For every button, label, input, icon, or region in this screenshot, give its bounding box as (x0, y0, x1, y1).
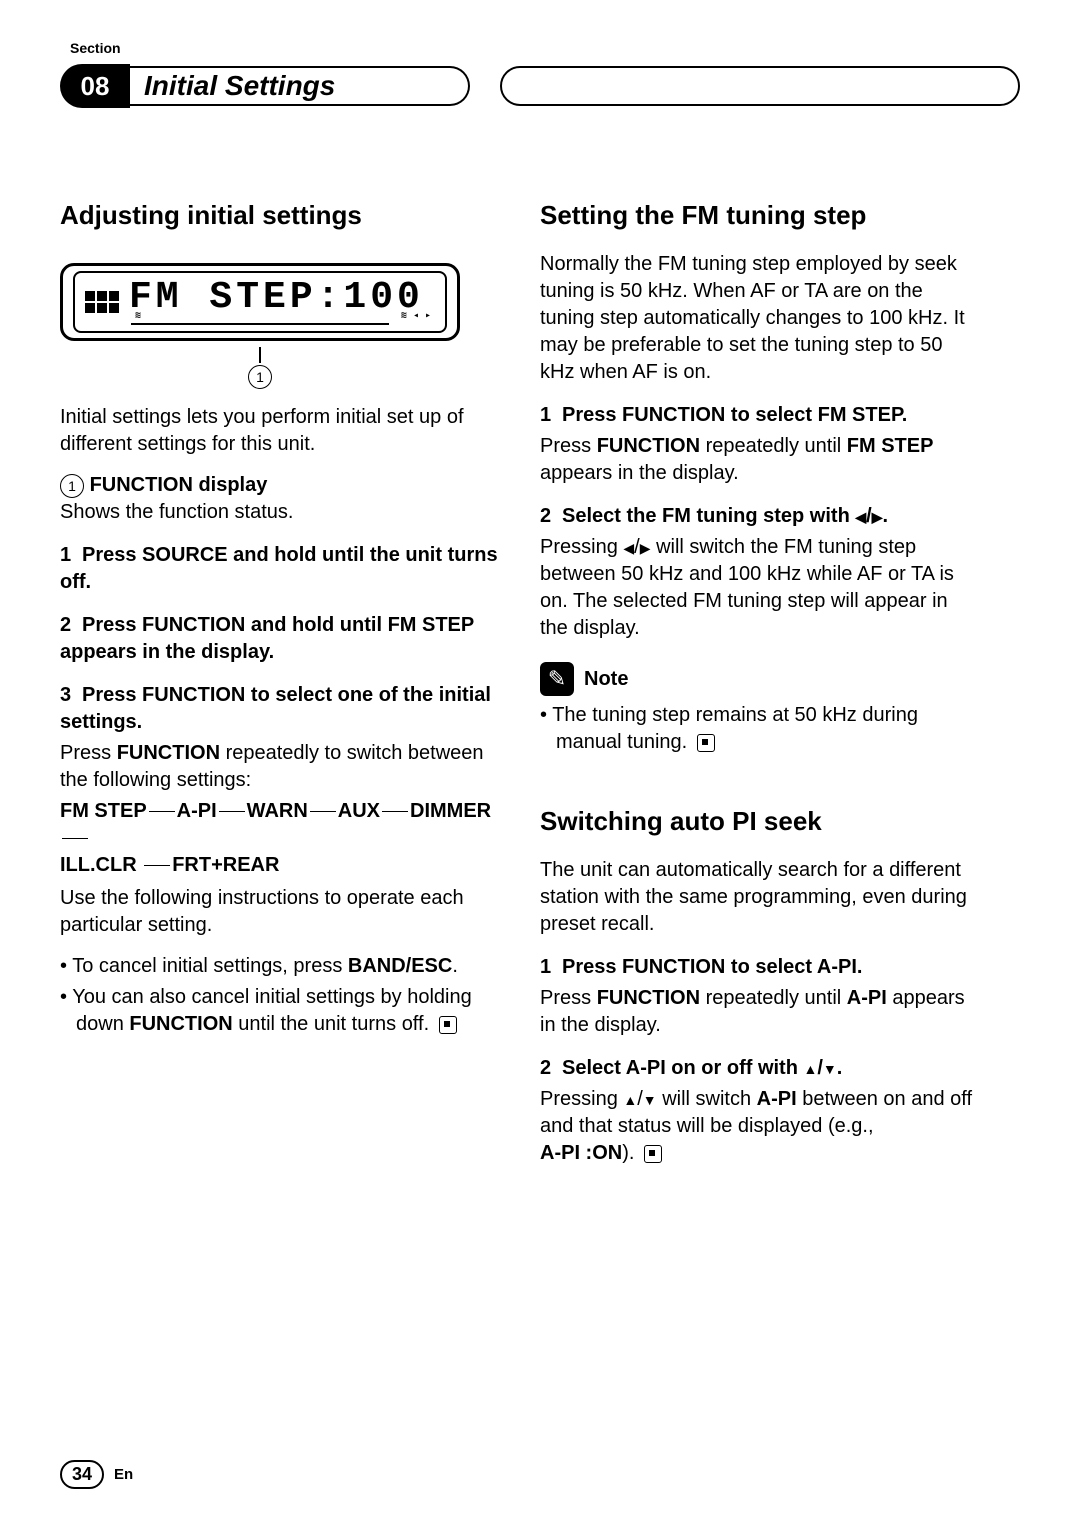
left-column: Adjusting initial settings FM STEP:100 ≋… (60, 198, 500, 1167)
note-label: Note (584, 666, 628, 693)
end-mark-icon (697, 734, 715, 752)
note-bullet: The tuning step remains at 50 kHz during… (540, 702, 980, 756)
bullet-cancel-bandesc: To cancel initial settings, press BAND/E… (60, 953, 500, 980)
fm-step-1-desc: Press FUNCTION repeatedly until FM STEP … (540, 433, 980, 487)
heading-auto-pi: Switching auto PI seek (540, 804, 980, 839)
callout-number: 1 (248, 365, 272, 389)
lcd-text: FM STEP:100 (129, 272, 424, 323)
lcd-outer: FM STEP:100 ≋ ≋◂▸ (60, 263, 460, 341)
right-arrow-icon (640, 536, 651, 558)
lcd-figure: FM STEP:100 ≋ ≋◂▸ 1 (60, 263, 500, 390)
up-arrow-icon (804, 1057, 818, 1079)
lcd-left-icons (85, 291, 119, 313)
language-label: En (114, 1466, 133, 1483)
pencil-icon: ✎ (540, 662, 574, 696)
heading-fm-step: Setting the FM tuning step (540, 198, 980, 233)
left-arrow-icon (623, 536, 634, 558)
settings-sequence: FM STEPA-PIWARNAUXDIMMER ILL.CLR FRT+REA… (60, 798, 500, 879)
lcd-inner: FM STEP:100 ≋ ≋◂▸ (73, 271, 447, 333)
chapter-header-spacer (500, 66, 1020, 106)
end-mark-icon (439, 1016, 457, 1034)
auto-pi-intro: The unit can automatically search for a … (540, 857, 980, 938)
down-arrow-icon (643, 1088, 657, 1110)
fm-intro: Normally the FM tuning step employed by … (540, 251, 980, 386)
chapter-number-badge: 08 (60, 64, 130, 108)
step-2: 2Press FUNCTION and hold until FM STEP a… (60, 612, 500, 666)
note-row: ✎ Note (540, 662, 980, 696)
step-3: 3Press FUNCTION to select one of the ini… (60, 682, 500, 736)
left-arrow-icon (855, 505, 866, 527)
step-3-desc: Press FUNCTION repeatedly to switch betw… (60, 740, 500, 794)
chapter-header: 08 Initial Settings (60, 64, 1020, 108)
manual-page: Section 08 Initial Settings Adjusting in… (0, 0, 1080, 1533)
callout-1: 1 (60, 347, 460, 390)
pi-step-1: 1Press FUNCTION to select A-PI. (540, 954, 980, 981)
page-footer: 34 En (60, 1460, 133, 1489)
pi-step-1-desc: Press FUNCTION repeatedly until A-PI app… (540, 985, 980, 1039)
lcd-small-icon-left: ≋ (135, 310, 141, 324)
up-arrow-icon (623, 1088, 637, 1110)
function-display-block: 1 FUNCTION display Shows the function st… (60, 472, 500, 526)
intro-para: Initial settings lets you perform initia… (60, 404, 500, 458)
chapter-title: Initial Settings (130, 66, 470, 106)
right-column: Setting the FM tuning step Normally the … (540, 198, 980, 1167)
pi-step-2: 2Select A-PI on or off with /. (540, 1055, 980, 1082)
fm-step-1: 1Press FUNCTION to select FM STEP. (540, 402, 980, 429)
pi-step-2-desc: Pressing / will switch A-PI between on a… (540, 1086, 980, 1167)
heading-adjusting: Adjusting initial settings (60, 198, 500, 233)
func-display-num: 1 (60, 474, 84, 498)
right-arrow-icon (872, 505, 883, 527)
fm-step-2: 2Select the FM tuning step with /. (540, 503, 980, 530)
section-label: Section (70, 40, 1020, 56)
page-number-badge: 34 (60, 1460, 104, 1489)
bullet-cancel-function: You can also cancel initial settings by … (60, 984, 500, 1038)
end-mark-icon (644, 1145, 662, 1163)
func-display-label: FUNCTION display (90, 474, 268, 496)
func-display-desc: Shows the function status. (60, 501, 293, 523)
down-arrow-icon (823, 1057, 837, 1079)
fm-step-2-desc: Pressing / will switch the FM tuning ste… (540, 534, 980, 642)
step-1: 1Press SOURCE and hold until the unit tu… (60, 542, 500, 596)
seq-tail: Use the following instructions to operat… (60, 885, 500, 939)
lcd-small-icons-right: ≋◂▸ (401, 310, 431, 324)
